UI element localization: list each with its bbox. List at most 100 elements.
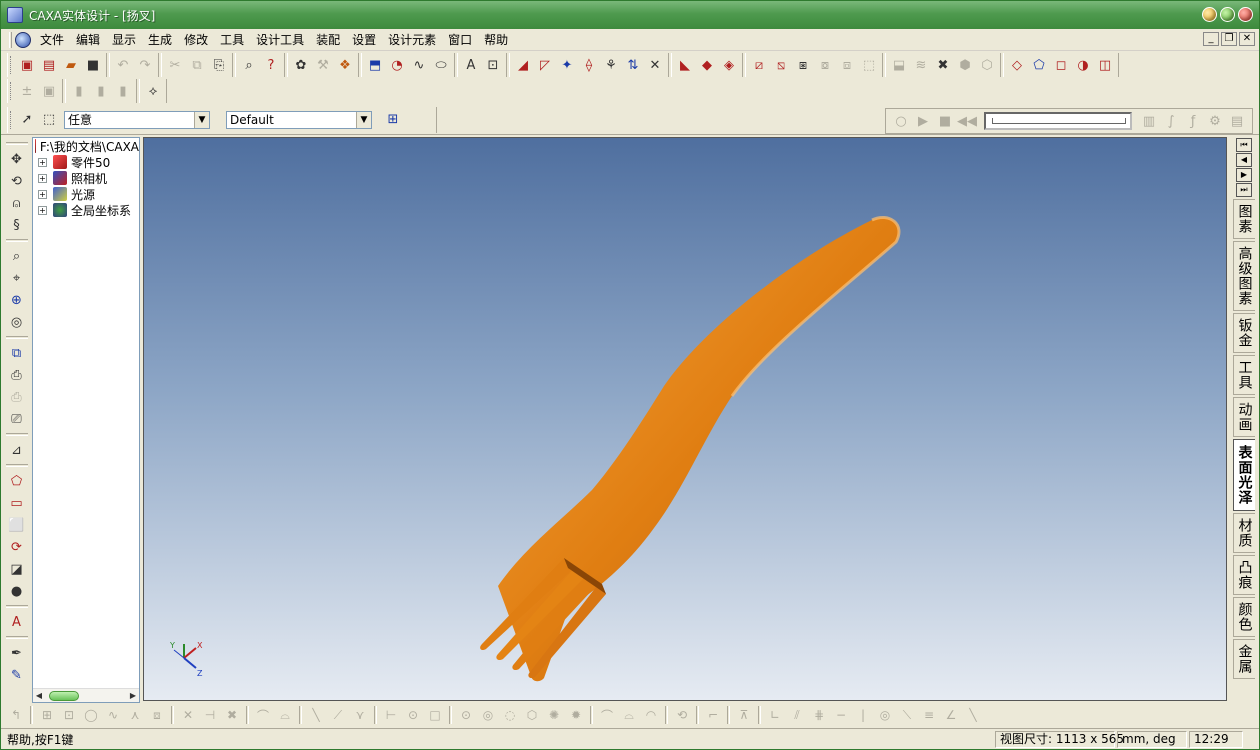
tree-item-global-coordinates[interactable]: + 全局坐标系 xyxy=(33,202,139,218)
polygon-icon[interactable]: ⬡ xyxy=(521,704,543,726)
tab-primitives[interactable]: 图素 xyxy=(1233,199,1255,239)
zoom-fit-icon[interactable]: ⊕ xyxy=(5,289,29,311)
tree-root[interactable]: F:\我的文档\CAXA xyxy=(33,138,139,154)
angle-icon[interactable]: ∠ xyxy=(940,704,962,726)
menu-help[interactable]: 帮助 xyxy=(478,30,514,50)
redo-icon[interactable]: ↷ xyxy=(134,54,156,76)
tab-tools[interactable]: 工具 xyxy=(1233,355,1255,395)
point-icon[interactable]: ⊢ xyxy=(380,704,402,726)
expand-icon[interactable]: + xyxy=(38,173,47,183)
concentric-icon[interactable]: ◎ xyxy=(874,704,896,726)
menu-modify[interactable]: 修改 xyxy=(178,30,214,50)
cut-icon[interactable]: ✂ xyxy=(164,54,186,76)
dimension-icon[interactable]: ⊼ xyxy=(733,704,755,726)
menu-edit[interactable]: 编辑 xyxy=(70,30,106,50)
tab-first-icon[interactable]: ⏮ xyxy=(1236,138,1252,152)
polyline-icon[interactable]: ⋏ xyxy=(124,704,146,726)
tree-item-part[interactable]: + 零件50 xyxy=(33,154,139,170)
menu-file[interactable]: 文件 xyxy=(34,30,70,50)
split-icon[interactable]: ⚘ xyxy=(600,54,622,76)
layer-icon[interactable]: ▮ xyxy=(68,80,90,102)
draft-icon[interactable]: ⟠ xyxy=(578,54,600,76)
anim-keyframe-icon[interactable]: ▥ xyxy=(1138,110,1160,132)
anim-export-icon[interactable]: ▤ xyxy=(1226,110,1248,132)
constraint-icon[interactable]: ⟲ xyxy=(671,704,693,726)
tab-metal[interactable]: 金属 xyxy=(1233,639,1255,679)
eyedropper-icon[interactable]: ✒ xyxy=(5,642,29,664)
star-icon[interactable]: ✹ xyxy=(565,704,587,726)
surface-extend-icon[interactable]: ⧆ xyxy=(792,54,814,76)
parallel-icon[interactable]: ⋕ xyxy=(808,704,830,726)
tab-prev-icon[interactable]: ◀ xyxy=(1236,153,1252,167)
loft-icon[interactable]: ⬭ xyxy=(430,54,452,76)
camera-target-icon[interactable]: ⎚ xyxy=(5,408,29,430)
tab-last-icon[interactable]: ⏭ xyxy=(1236,183,1252,197)
tree-item-light[interactable]: + 光源 xyxy=(33,186,139,202)
select-box-icon[interactable]: ⬚ xyxy=(38,109,60,131)
render-icon[interactable]: ✿ xyxy=(290,54,312,76)
expand-icon[interactable]: + xyxy=(38,157,47,167)
three-point-circle-icon[interactable]: ◎ xyxy=(477,704,499,726)
sketch-edit-icon[interactable]: ▣ xyxy=(38,80,60,102)
open-folder-icon[interactable]: ▰ xyxy=(60,54,82,76)
menu-generate[interactable]: 生成 xyxy=(142,30,178,50)
camera-icon[interactable]: ⎙ xyxy=(5,364,29,386)
curve-intersect-icon[interactable]: ✖ xyxy=(932,54,954,76)
revolve-icon[interactable]: ◔ xyxy=(386,54,408,76)
tab-animation[interactable]: 动画 xyxy=(1233,397,1255,437)
menu-tools[interactable]: 工具 xyxy=(214,30,250,50)
camera-view-icon[interactable]: ⎙ xyxy=(5,386,29,408)
tab-advanced-primitives[interactable]: 高级图素 xyxy=(1233,241,1255,311)
select-pointer-icon[interactable]: ➚ xyxy=(16,109,38,131)
curve-trim-icon[interactable]: ⬢ xyxy=(954,54,976,76)
new-design-icon[interactable]: ▣ xyxy=(16,54,38,76)
anim-path-icon[interactable]: ∫ xyxy=(1160,110,1182,132)
resize-grip-icon[interactable] xyxy=(1245,731,1259,748)
document-icon[interactable] xyxy=(15,31,31,48)
fork-model[interactable]: Y X Z xyxy=(144,138,1227,701)
catalog-icon[interactable]: ❖ xyxy=(334,54,356,76)
surface-offset-icon[interactable]: ⧈ xyxy=(836,54,858,76)
extend-icon[interactable]: ✖ xyxy=(221,704,243,726)
surface-icon[interactable]: ⧄ xyxy=(748,54,770,76)
boolean-subtract-icon[interactable]: ◈ xyxy=(718,54,740,76)
sketch-plane-icon[interactable]: ⬠ xyxy=(5,470,29,492)
view-front-icon[interactable]: ⬠ xyxy=(1028,54,1050,76)
measure-icon[interactable]: ⟡ xyxy=(142,80,164,102)
maximize-window-button[interactable] xyxy=(1220,7,1235,22)
shell-icon[interactable]: ✦ xyxy=(556,54,578,76)
look-at-icon[interactable]: ◎ xyxy=(5,311,29,333)
snap-icon[interactable]: ⊡ xyxy=(58,704,80,726)
menu-assembly[interactable]: 装配 xyxy=(310,30,346,50)
tab-material[interactable]: 材质 xyxy=(1233,513,1255,553)
view-iso-icon[interactable]: ◇ xyxy=(1006,54,1028,76)
tab-sheet-metal[interactable]: 钣金 xyxy=(1233,313,1255,353)
arc-3pt-icon[interactable]: ⌒ xyxy=(596,704,618,726)
find-icon[interactable]: ⌕ xyxy=(238,54,260,76)
vertical-icon[interactable]: | xyxy=(852,704,874,726)
record-icon[interactable]: ○ xyxy=(890,110,912,132)
surface-merge-icon[interactable]: ⧇ xyxy=(814,54,836,76)
chamfer-icon[interactable]: ◸ xyxy=(534,54,556,76)
delete-icon[interactable]: ✕ xyxy=(177,704,199,726)
anim-settings-icon[interactable]: ⚙ xyxy=(1204,110,1226,132)
line-icon[interactable]: ╲ xyxy=(305,704,327,726)
rect-icon[interactable]: ▭ xyxy=(5,492,29,514)
text-frame-icon[interactable]: ⊡ xyxy=(482,54,504,76)
animation-slider[interactable] xyxy=(984,112,1132,130)
zoom-icon[interactable]: ⌕ xyxy=(5,245,29,267)
tab-emboss[interactable]: 凸痕 xyxy=(1233,555,1255,595)
close-window-button[interactable] xyxy=(1238,7,1253,22)
rectangle-icon[interactable]: □ xyxy=(424,704,446,726)
text-icon[interactable]: A xyxy=(460,54,482,76)
text-annotation-icon[interactable]: A xyxy=(5,611,29,633)
expand-icon[interactable]: + xyxy=(38,205,47,215)
orbit-icon[interactable]: ⍝ xyxy=(5,192,29,214)
boolean-add-icon[interactable]: ◆ xyxy=(696,54,718,76)
layer-front-icon[interactable]: ▮ xyxy=(90,80,112,102)
horizontal-icon[interactable]: − xyxy=(830,704,852,726)
gear-sketch-icon[interactable]: ✺ xyxy=(543,704,565,726)
mdi-minimize-button[interactable]: _ xyxy=(1203,32,1219,46)
design-viewport[interactable]: Y X Z xyxy=(143,137,1227,701)
undo-icon[interactable]: ↶ xyxy=(112,54,134,76)
